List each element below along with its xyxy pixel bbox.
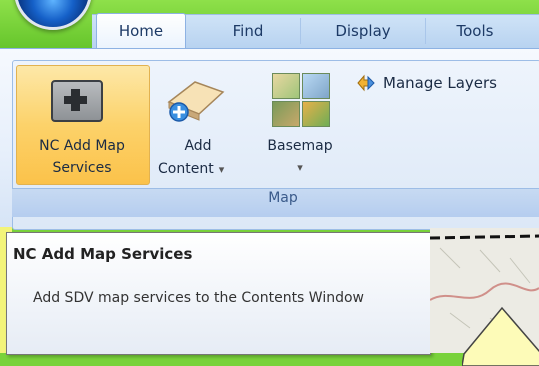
tab-find-label: Find — [232, 22, 264, 40]
tooltip-body: Add SDV map services to the Contents Win… — [33, 290, 365, 306]
tab-tools[interactable]: Tools — [440, 14, 510, 48]
add-content-button[interactable]: Content ▾ — [158, 158, 250, 180]
tab-separator — [425, 18, 426, 44]
add-content-label-2: Content — [158, 161, 214, 177]
add-service-icon — [51, 80, 103, 122]
tab-tools-label: Tools — [456, 22, 494, 40]
tab-home[interactable]: Home — [96, 13, 186, 50]
basemap-label: Basemap — [267, 138, 333, 154]
ribbon-group-label: Map — [268, 190, 298, 206]
basemap-icon[interactable] — [272, 73, 332, 129]
tab-display-label: Display — [335, 22, 391, 40]
chevron-down-icon: ▾ — [218, 163, 225, 176]
tab-find[interactable]: Find — [212, 14, 284, 48]
tab-separator — [300, 18, 301, 44]
add-content-label-1: Add — [184, 138, 212, 154]
tooltip: NC Add Map Services Add SDV map services… — [6, 232, 431, 355]
manage-layers-icon — [357, 74, 375, 92]
nc-add-map-services-label-2: Services — [52, 160, 112, 176]
callout-pointer — [462, 306, 539, 366]
manage-layers-label: Manage Layers — [383, 74, 497, 92]
add-content-icon — [167, 81, 225, 122]
manage-layers-button[interactable]: Manage Layers — [355, 72, 497, 94]
chevron-down-icon[interactable]: ▾ — [252, 158, 348, 178]
tab-display[interactable]: Display — [318, 14, 408, 48]
nc-add-map-services-label-1: NC Add Map — [39, 138, 125, 154]
tab-home-label: Home — [118, 22, 164, 40]
tooltip-title: NC Add Map Services — [13, 245, 193, 263]
